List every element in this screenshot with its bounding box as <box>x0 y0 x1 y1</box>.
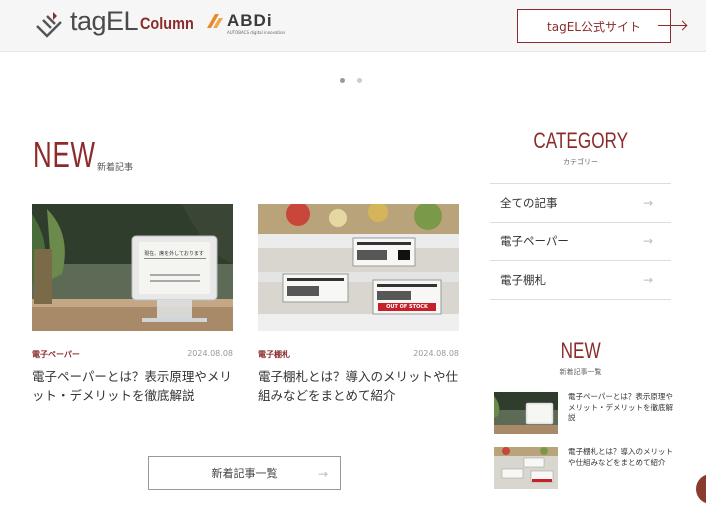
epaper-screen-text: 現在、席を外しております <box>144 251 204 257</box>
category-list: 全ての記事 → 電子ペーパー → 電子棚札 → <box>490 183 671 300</box>
carousel-dot[interactable] <box>357 78 362 83</box>
category-label: 全ての記事 <box>500 195 558 210</box>
category-title: CATEGORY <box>533 128 628 153</box>
article-image-esl[interactable]: OUT OF STOCK <box>258 204 459 331</box>
arrow-right-icon: → <box>317 467 328 481</box>
article-category[interactable]: 電子棚札 <box>258 349 290 360</box>
new-section-title: NEW <box>33 134 96 175</box>
all-articles-button[interactable]: 新着記事一覧 → <box>148 456 341 490</box>
floating-action-button[interactable] <box>696 474 706 504</box>
new-section-subtitle: 新着記事 <box>97 163 134 173</box>
official-site-button[interactable]: tagEL公式サイト <box>517 9 671 43</box>
article-card[interactable]: OUT OF STOCK 電子棚札 2024.08.08 電子棚札とは？導入のメ… <box>258 204 459 405</box>
arrow-right-icon: → <box>642 195 653 210</box>
logo-column-label: Column <box>140 14 194 33</box>
category-label: 電子棚札 <box>500 272 546 287</box>
article-meta: 電子ペーパー 2024.08.08 <box>32 349 233 360</box>
article-title[interactable]: 電子棚札とは？導入のメリットや仕組みなどをまとめて紹介 <box>258 367 459 405</box>
tagel-logo-icon[interactable] <box>33 10 65 40</box>
recent-article-title[interactable]: 電子棚札とは？導入のメリットや仕組みなどをまとめて紹介 <box>568 447 674 489</box>
recent-article-title[interactable]: 電子ペーパーとは？表示原理やメリット・デメリットを徹底解説 <box>568 392 674 434</box>
category-subtitle: カテゴリー <box>563 158 598 166</box>
category-item-all[interactable]: 全ての記事 → <box>490 184 671 223</box>
recent-article-item[interactable]: 電子棚札とは？導入のメリットや仕組みなどをまとめて紹介 <box>494 447 674 489</box>
carousel-dot[interactable] <box>340 78 345 83</box>
abdi-wordmark: ABDi <box>227 11 273 30</box>
arrow-right-icon: → <box>642 272 653 287</box>
sidebar-new-subtitle: 新着記事一覧 <box>559 368 602 376</box>
article-date: 2024.08.08 <box>413 349 459 358</box>
category-item-epaper[interactable]: 電子ペーパー → <box>490 223 671 261</box>
abdi-mark-icon <box>207 14 223 28</box>
article-card[interactable]: 現在、席を外しております 電子ペーパー 2024.08.08 電子ペーパーとは？… <box>32 204 233 405</box>
article-title[interactable]: 電子ペーパーとは？表示原理やメリット・デメリットを徹底解説 <box>32 367 233 405</box>
site-header: tagEL Column ABDi AUTOBACS digital innov… <box>0 0 706 52</box>
article-category[interactable]: 電子ペーパー <box>32 349 80 360</box>
article-meta: 電子棚札 2024.08.08 <box>258 349 459 360</box>
abdi-tagline: AUTOBACS digital innovation <box>227 30 286 35</box>
carousel-pagination <box>340 78 362 83</box>
abdi-logo[interactable]: ABDi AUTOBACS digital innovation <box>205 11 286 38</box>
arrow-right-icon <box>658 25 686 26</box>
logo-text[interactable]: tagEL <box>70 6 139 37</box>
all-articles-label: 新着記事一覧 <box>211 467 278 480</box>
category-item-esl[interactable]: 電子棚札 → <box>490 261 671 300</box>
recent-article-thumb[interactable] <box>494 447 558 489</box>
arrow-right-icon: → <box>642 234 653 249</box>
sidebar-new-title: NEW <box>560 338 601 363</box>
recent-article-item[interactable]: 電子ペーパーとは？表示原理やメリット・デメリットを徹底解説 <box>494 392 674 434</box>
category-label: 電子ペーパー <box>500 234 569 249</box>
recent-article-thumb[interactable] <box>494 392 558 434</box>
article-date: 2024.08.08 <box>187 349 233 358</box>
article-image-epaper[interactable]: 現在、席を外しております <box>32 204 233 331</box>
esl-tag-text: OUT OF STOCK <box>386 304 428 310</box>
